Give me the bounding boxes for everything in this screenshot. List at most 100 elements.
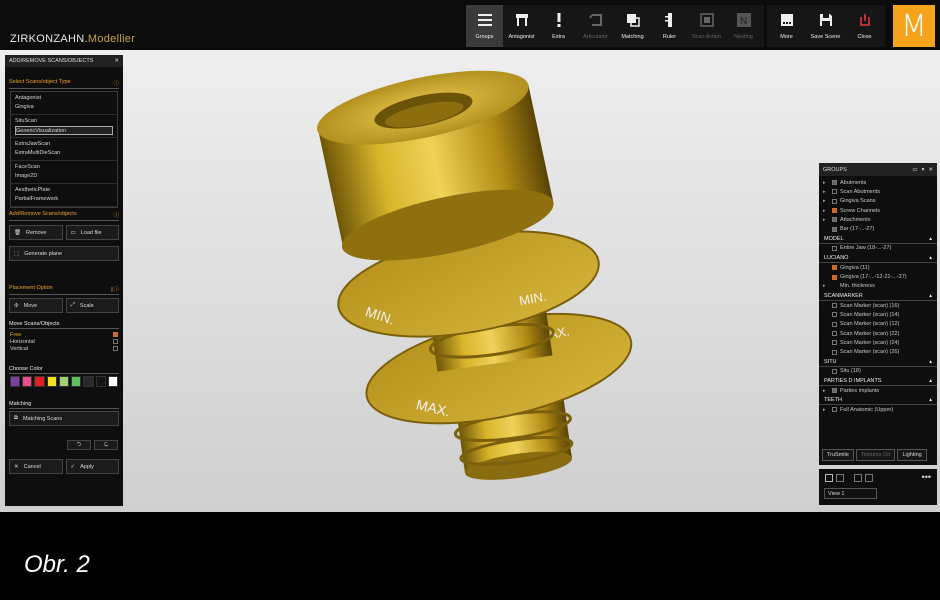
- scan-type-item[interactable]: SituScan: [15, 117, 113, 126]
- undo-button[interactable]: ⮌: [67, 440, 91, 450]
- color-swatch[interactable]: [46, 376, 57, 387]
- more-icon[interactable]: •••: [922, 472, 931, 482]
- chevron-down-icon[interactable]: ▾: [922, 167, 925, 173]
- collapse-icon[interactable]: ▴: [929, 397, 932, 403]
- collapse-icon[interactable]: ▴: [929, 255, 932, 261]
- group-item[interactable]: Scan Marker (scan) (24): [819, 338, 937, 347]
- expand-icon[interactable]: ▸: [823, 283, 829, 289]
- app-logo[interactable]: M: [893, 5, 935, 47]
- articulator-button[interactable]: Articulator: [577, 5, 614, 47]
- view-layout-triple[interactable]: [865, 474, 873, 482]
- move-option-horizontal[interactable]: Horizontal: [5, 338, 123, 345]
- scan-type-item[interactable]: ExtraJawScan: [15, 140, 113, 149]
- move-option-vertical[interactable]: Vertical: [5, 345, 123, 352]
- 3d-viewport[interactable]: MAX. MAX. MIN. MIN.: [0, 50, 940, 512]
- group-section-header[interactable]: LUCIANO ▴: [819, 254, 937, 264]
- color-swatch[interactable]: [71, 376, 82, 387]
- checkbox[interactable]: [832, 245, 837, 251]
- color-swatch[interactable]: [10, 376, 21, 387]
- checkbox[interactable]: [832, 226, 837, 232]
- move-button[interactable]: ✣ Move: [9, 298, 63, 313]
- checkbox[interactable]: [832, 198, 837, 204]
- scan-type-item[interactable]: GenericVisualization: [15, 126, 113, 135]
- checkbox[interactable]: [832, 265, 837, 271]
- checkbox[interactable]: [832, 349, 837, 355]
- scan-type-item[interactable]: Gingiva: [15, 103, 113, 112]
- checkbox[interactable]: [832, 368, 837, 374]
- group-item[interactable]: Entire Jaw (18-...-27): [819, 244, 937, 253]
- group-item[interactable]: Scan Marker (scan) (16): [819, 301, 937, 310]
- generate-plane-button[interactable]: ⬚ Generate plane: [9, 246, 119, 261]
- group-item[interactable]: Situ (18): [819, 367, 937, 376]
- checkbox[interactable]: [832, 340, 837, 346]
- expand-icon[interactable]: ▸: [823, 217, 829, 223]
- color-swatch[interactable]: [83, 376, 94, 387]
- view-name-input[interactable]: View 1: [824, 488, 877, 499]
- close-button[interactable]: Close: [845, 5, 884, 47]
- group-section-header[interactable]: PARTIES D IMPLANTS ▴: [819, 377, 937, 387]
- group-item[interactable]: ▸ Full Anatomic (Upper): [819, 405, 937, 414]
- scan-type-item[interactable]: Antagonist: [15, 94, 113, 103]
- nesting-button[interactable]: N Nesting: [725, 5, 762, 47]
- color-swatch[interactable]: [58, 376, 70, 387]
- checkbox[interactable]: [832, 180, 837, 186]
- more-button[interactable]: More: [767, 5, 806, 47]
- expand-icon[interactable]: ▸: [823, 407, 829, 413]
- group-section-header[interactable]: MODEL ▴: [819, 235, 937, 244]
- view-layout-quad[interactable]: [854, 474, 862, 482]
- view-layout-single[interactable]: [825, 474, 833, 482]
- group-item[interactable]: Gingiva (11): [819, 263, 937, 272]
- color-swatch[interactable]: [34, 376, 45, 387]
- group-item[interactable]: ▸ Attachments: [819, 215, 937, 224]
- scan-type-item[interactable]: ExtraMultiDieScan: [15, 149, 113, 158]
- scan-action-button[interactable]: Scan Action: [688, 5, 725, 47]
- group-item[interactable]: ▸ Screw Channels: [819, 206, 937, 215]
- group-item[interactable]: Scan Marker (scan) (22): [819, 329, 937, 338]
- checkbox[interactable]: [832, 388, 837, 394]
- expand-icon[interactable]: ▸: [823, 180, 829, 186]
- move-option-free[interactable]: Free: [5, 331, 123, 338]
- group-item[interactable]: ▸ Min. thickness: [819, 282, 937, 291]
- group-item[interactable]: ▸ Parties implants: [819, 386, 937, 395]
- remove-button[interactable]: 🗑 Remove: [9, 225, 63, 240]
- checkbox[interactable]: [832, 312, 837, 318]
- collapse-icon[interactable]: ▴: [929, 378, 932, 384]
- matching-scans-button[interactable]: ⧉ Matching Scans: [9, 411, 119, 426]
- trusmile-button[interactable]: TruSmile: [822, 449, 854, 461]
- checkbox[interactable]: [832, 189, 837, 195]
- window-icon[interactable]: ▭: [912, 167, 917, 173]
- color-swatch[interactable]: [107, 376, 118, 387]
- extra-button[interactable]: Extra: [540, 5, 577, 47]
- checkbox[interactable]: [832, 331, 837, 336]
- color-swatch[interactable]: [95, 376, 106, 387]
- expand-icon[interactable]: ▸: [823, 208, 829, 214]
- checkbox[interactable]: [832, 208, 837, 214]
- expand-icon[interactable]: ▸: [823, 198, 829, 204]
- group-item[interactable]: ▸ Scan Abutments: [819, 187, 937, 196]
- expand-icon[interactable]: ▸: [823, 388, 829, 394]
- checkbox[interactable]: [113, 346, 118, 351]
- checkbox[interactable]: [832, 274, 837, 280]
- group-section-header[interactable]: SCANMARKER ▴: [819, 292, 937, 301]
- ruler-button[interactable]: Ruler: [651, 5, 688, 47]
- save-scene-button[interactable]: Save Scene: [806, 5, 845, 47]
- checkbox[interactable]: [113, 332, 118, 337]
- cancel-button[interactable]: ✕ Cancel: [9, 459, 63, 474]
- group-item[interactable]: Gingiva (17-...-12-21-...-27): [819, 272, 937, 281]
- expand-icon[interactable]: ▸: [823, 189, 829, 195]
- checkbox[interactable]: [832, 407, 837, 413]
- group-item[interactable]: ▸ Gingiva Scans: [819, 197, 937, 206]
- collapse-icon[interactable]: ▴: [929, 359, 932, 365]
- close-icon[interactable]: ✕: [928, 167, 933, 173]
- scale-button[interactable]: ⤢ Scale: [65, 298, 119, 313]
- checkbox[interactable]: [832, 321, 837, 327]
- apply-button[interactable]: ✓ Apply: [65, 459, 119, 474]
- checkbox[interactable]: [832, 303, 837, 309]
- lighting-button[interactable]: Lighting: [897, 449, 927, 461]
- scan-type-item[interactable]: PartialFramework: [15, 195, 113, 204]
- textures-on-button[interactable]: Textures On: [855, 449, 896, 461]
- color-swatch[interactable]: [22, 376, 33, 387]
- view-layout-split[interactable]: [836, 474, 844, 482]
- collapse-icon[interactable]: ▴: [929, 236, 932, 242]
- group-item[interactable]: Scan Marker (scan) (26): [819, 347, 937, 356]
